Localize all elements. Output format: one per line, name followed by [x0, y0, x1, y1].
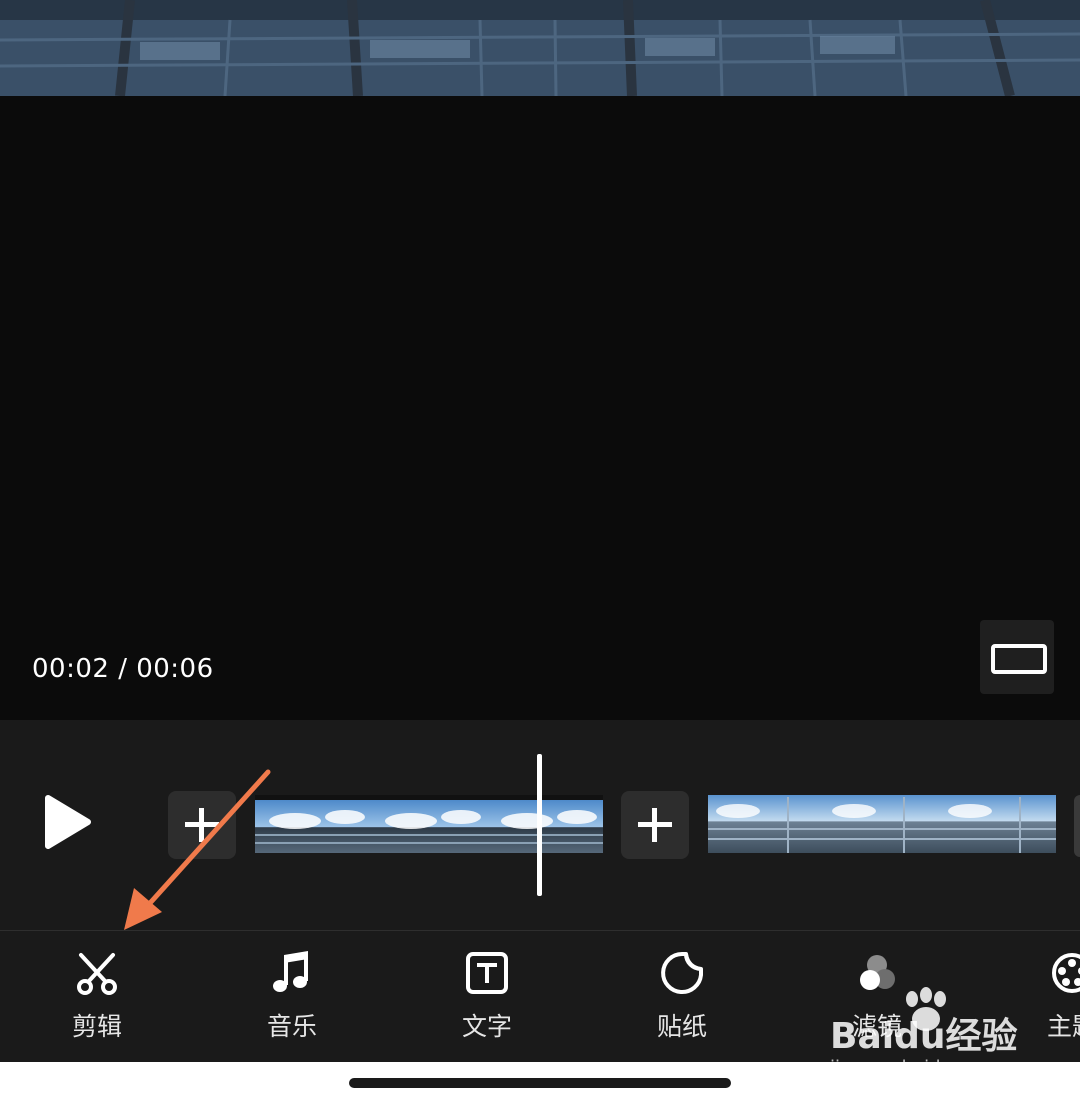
home-indicator[interactable] [349, 1078, 731, 1088]
clip-1-thumbnails [255, 795, 603, 853]
add-clip-button-1[interactable] [168, 791, 236, 859]
video-frame-preview-top [0, 0, 1080, 96]
tool-sticker[interactable]: 贴纸 [622, 951, 742, 1061]
sticker-icon [661, 952, 703, 994]
aspect-ratio-icon [991, 644, 1047, 674]
scissors-icon [77, 953, 117, 995]
play-icon[interactable] [44, 794, 94, 850]
tool-edit[interactable]: 剪辑 [37, 951, 157, 1061]
playhead[interactable] [537, 754, 542, 896]
timecode-display: 00:02 / 00:06 [32, 654, 214, 684]
theme-icon [1052, 953, 1080, 993]
add-clip-button-2[interactable] [621, 791, 689, 859]
watermark-brand: Baidu经验 [830, 1016, 1018, 1057]
tool-text[interactable]: 文字 [427, 951, 547, 1061]
text-icon [466, 952, 508, 994]
next-clip-edge[interactable] [1074, 795, 1080, 857]
clip-1[interactable] [255, 795, 603, 853]
tool-label: 剪辑 [71, 1012, 122, 1041]
video-preview-area[interactable] [0, 96, 1080, 720]
tool-label: 音乐 [266, 1012, 317, 1041]
building-facade-image [0, 0, 1080, 96]
clip-2[interactable] [708, 795, 1056, 853]
system-navigation-bar [0, 1062, 1080, 1104]
music-note-icon [273, 951, 308, 992]
tool-music[interactable]: 音乐 [232, 951, 352, 1061]
tool-label: 文字 [461, 1012, 512, 1041]
clip-2-thumbnails [708, 795, 1056, 853]
fullscreen-button[interactable] [980, 620, 1054, 694]
tool-label: 贴纸 [656, 1012, 707, 1041]
